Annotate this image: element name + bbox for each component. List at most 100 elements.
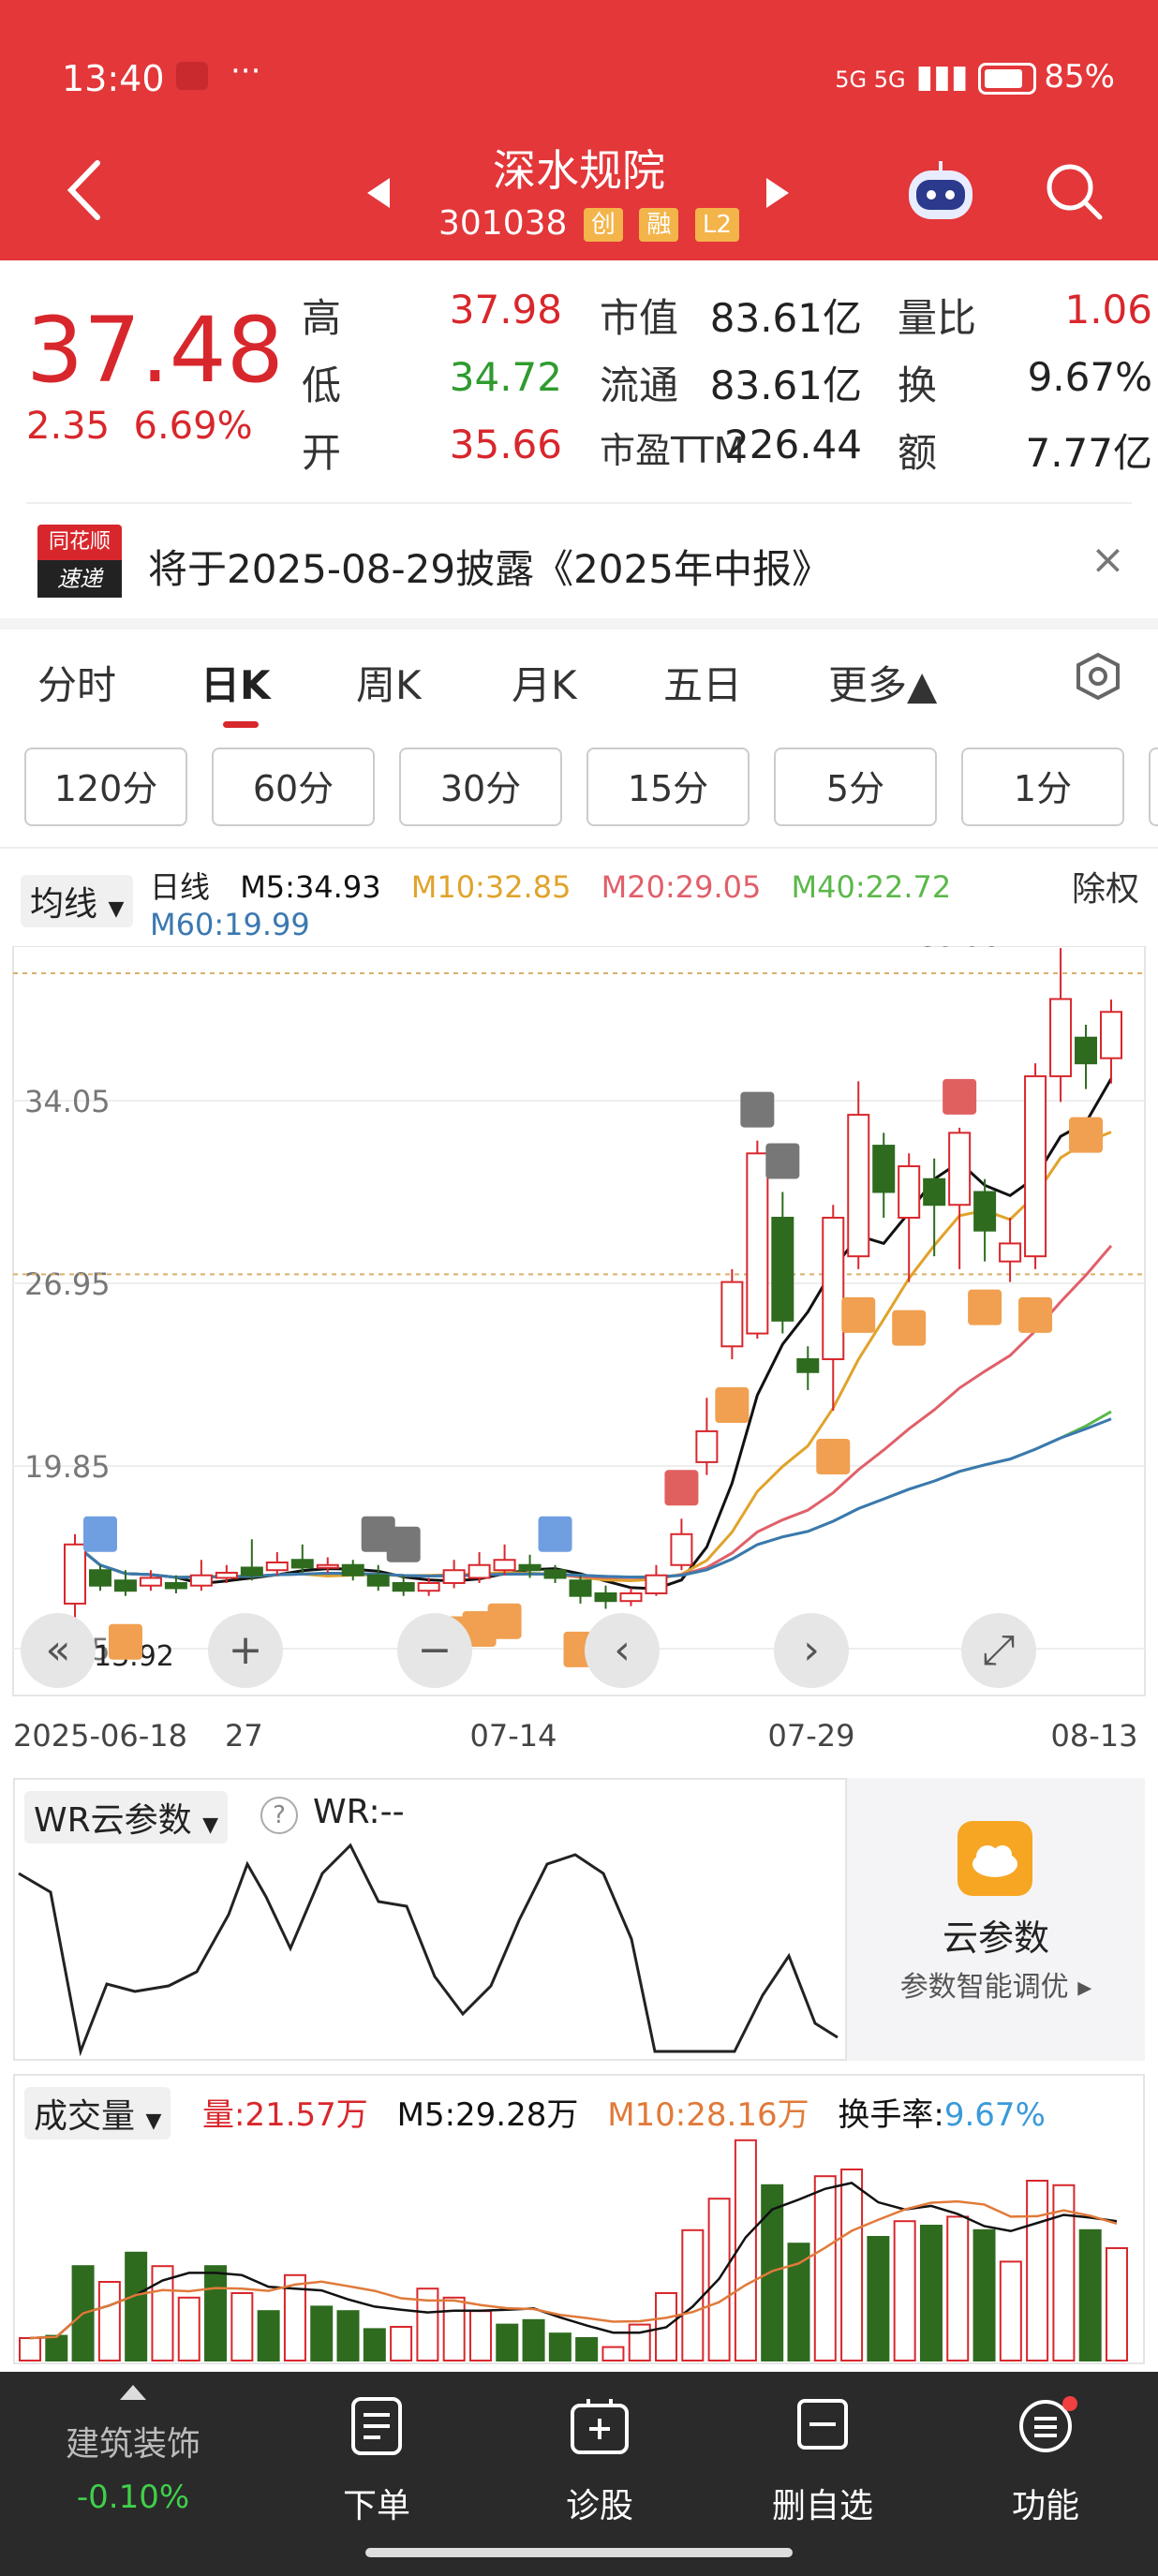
high-price-label: 39.98 bbox=[920, 946, 1001, 954]
plus-icon: + bbox=[228, 1626, 263, 1674]
candle-body bbox=[898, 1165, 921, 1219]
candle-body bbox=[417, 1581, 440, 1592]
tab-monthly-k[interactable]: 月K bbox=[512, 654, 577, 711]
adjust-ex-rights[interactable]: 除权 bbox=[1072, 862, 1139, 910]
wr-line-chart bbox=[18, 1843, 839, 2057]
scroll-left-button[interactable]: ‹ bbox=[585, 1613, 660, 1688]
logo-top: 同花顺 bbox=[37, 525, 122, 560]
next-stock-button[interactable] bbox=[765, 176, 791, 214]
volume-bar bbox=[946, 2215, 970, 2362]
signal-marker bbox=[82, 1516, 117, 1552]
diagnose-icon bbox=[570, 2396, 630, 2460]
chevron-right-icon: › bbox=[803, 1626, 820, 1674]
notice-close-icon[interactable]: × bbox=[1091, 536, 1125, 584]
label-amount: 额 bbox=[898, 430, 938, 476]
interval-60min[interactable]: 60分 bbox=[212, 748, 375, 826]
order-icon bbox=[350, 2396, 403, 2460]
scroll-right-button[interactable]: › bbox=[774, 1613, 849, 1688]
tab-daily-k[interactable]: 日K bbox=[200, 654, 271, 711]
remove-watchlist-icon bbox=[796, 2398, 849, 2454]
candle-body bbox=[594, 1591, 617, 1603]
interval-15min[interactable]: 15分 bbox=[586, 748, 750, 826]
label-market-cap: 市值 bbox=[600, 295, 679, 341]
robot-assistant-button[interactable] bbox=[905, 157, 976, 229]
ma-selector-label: 均线 bbox=[30, 885, 98, 924]
function-menu-icon bbox=[1017, 2396, 1077, 2460]
interval-5min[interactable]: 5分 bbox=[774, 748, 937, 826]
interval-1min[interactable]: 1分 bbox=[961, 748, 1124, 826]
candle-body bbox=[392, 1581, 415, 1592]
candle-body bbox=[64, 1543, 86, 1605]
x-tick-label: 27 bbox=[225, 1718, 263, 1754]
tab-more[interactable]: 更多▲ bbox=[828, 654, 937, 711]
volume-bar-chart bbox=[19, 2139, 1128, 2362]
candle-body bbox=[948, 1132, 972, 1207]
volume-bar bbox=[681, 2228, 705, 2361]
section-gap bbox=[0, 618, 1158, 629]
value-pe-ttm: 226.44 bbox=[724, 422, 862, 467]
zoom-out-left-button[interactable]: « bbox=[21, 1613, 96, 1688]
signal-marker bbox=[1018, 1296, 1053, 1333]
volume-bar bbox=[840, 2169, 864, 2361]
search-button[interactable] bbox=[1044, 161, 1106, 227]
volume-bar bbox=[468, 2310, 492, 2361]
candle-body bbox=[822, 1216, 845, 1361]
signal-marker bbox=[715, 1387, 750, 1424]
tab-weekly-k[interactable]: 周K bbox=[356, 654, 422, 711]
nav-diagnose[interactable]: 诊股 bbox=[525, 2479, 675, 2527]
nav-remove-watchlist[interactable]: 删自选 bbox=[748, 2479, 898, 2527]
volume-bar bbox=[442, 2296, 466, 2361]
candle-body bbox=[341, 1563, 364, 1577]
signal-marker bbox=[943, 1078, 977, 1115]
sector-name[interactable]: 建筑装饰 bbox=[58, 2417, 208, 2465]
interval-120min[interactable]: 120分 bbox=[24, 748, 187, 826]
nav-order[interactable]: 下单 bbox=[302, 2479, 452, 2527]
more-dots-icon: ··· bbox=[230, 52, 261, 90]
zoom-out-button[interactable]: − bbox=[397, 1613, 472, 1688]
volume-bar bbox=[575, 2337, 599, 2361]
interval-30min[interactable]: 30分 bbox=[399, 748, 562, 826]
volume-bar bbox=[336, 2310, 360, 2361]
candle-body bbox=[1024, 1074, 1047, 1258]
volume-bar bbox=[19, 2337, 41, 2361]
ma-m5: M5:34.93 bbox=[240, 869, 381, 905]
logo-bottom: 速递 bbox=[37, 560, 122, 598]
sector-change: -0.10% bbox=[76, 2479, 190, 2516]
signal-marker bbox=[968, 1289, 1002, 1325]
candle-body bbox=[695, 1429, 719, 1463]
dropdown-caret-icon: ▼ bbox=[108, 897, 125, 921]
candle-body bbox=[518, 1563, 542, 1572]
zoom-in-button[interactable]: + bbox=[208, 1613, 283, 1688]
candle-body bbox=[1075, 1036, 1098, 1065]
cloud-subtitle: 参数智能调优 ▸ bbox=[899, 1971, 1092, 2004]
help-icon[interactable]: ? bbox=[260, 1797, 298, 1834]
cloud-params-card[interactable]: 云参数 参数智能调优 ▸ bbox=[847, 1778, 1145, 2061]
minus-icon: − bbox=[417, 1626, 453, 1674]
double-chevron-left-icon: « bbox=[45, 1626, 71, 1674]
battery-icon bbox=[978, 62, 1037, 95]
fullscreen-button[interactable]: ⤢ bbox=[961, 1613, 1036, 1688]
tab-five-day[interactable]: 五日 bbox=[663, 654, 742, 711]
label-turnover: 换 bbox=[898, 363, 938, 408]
tag-l2: L2 bbox=[694, 208, 739, 242]
ma-selector[interactable]: 均线 ▼ bbox=[21, 875, 134, 927]
signal-marker bbox=[740, 1091, 775, 1128]
volume-bar bbox=[363, 2328, 386, 2361]
notification-icon bbox=[176, 62, 208, 90]
volume-bar bbox=[972, 2228, 996, 2361]
label-float-cap: 流通 bbox=[600, 363, 679, 408]
signal-marker bbox=[816, 1438, 851, 1474]
candle-body bbox=[290, 1559, 314, 1569]
candle-body bbox=[316, 1563, 339, 1569]
value-float-cap: 83.61亿 bbox=[709, 363, 862, 408]
candle-body bbox=[113, 1579, 137, 1592]
notice-text[interactable]: 将于2025-08-29披露《2025年中报》 bbox=[148, 538, 831, 595]
tab-intraday[interactable]: 分时 bbox=[37, 654, 116, 711]
volume-bar bbox=[813, 2175, 837, 2362]
chart-settings-button[interactable] bbox=[1074, 652, 1122, 704]
wr-selector-label: WR云参数 bbox=[34, 1801, 192, 1840]
value-low: 34.72 bbox=[449, 354, 562, 400]
nav-functions[interactable]: 功能 bbox=[971, 2479, 1121, 2527]
candle-body bbox=[847, 1114, 870, 1258]
hexagon-settings-icon bbox=[1076, 652, 1120, 701]
